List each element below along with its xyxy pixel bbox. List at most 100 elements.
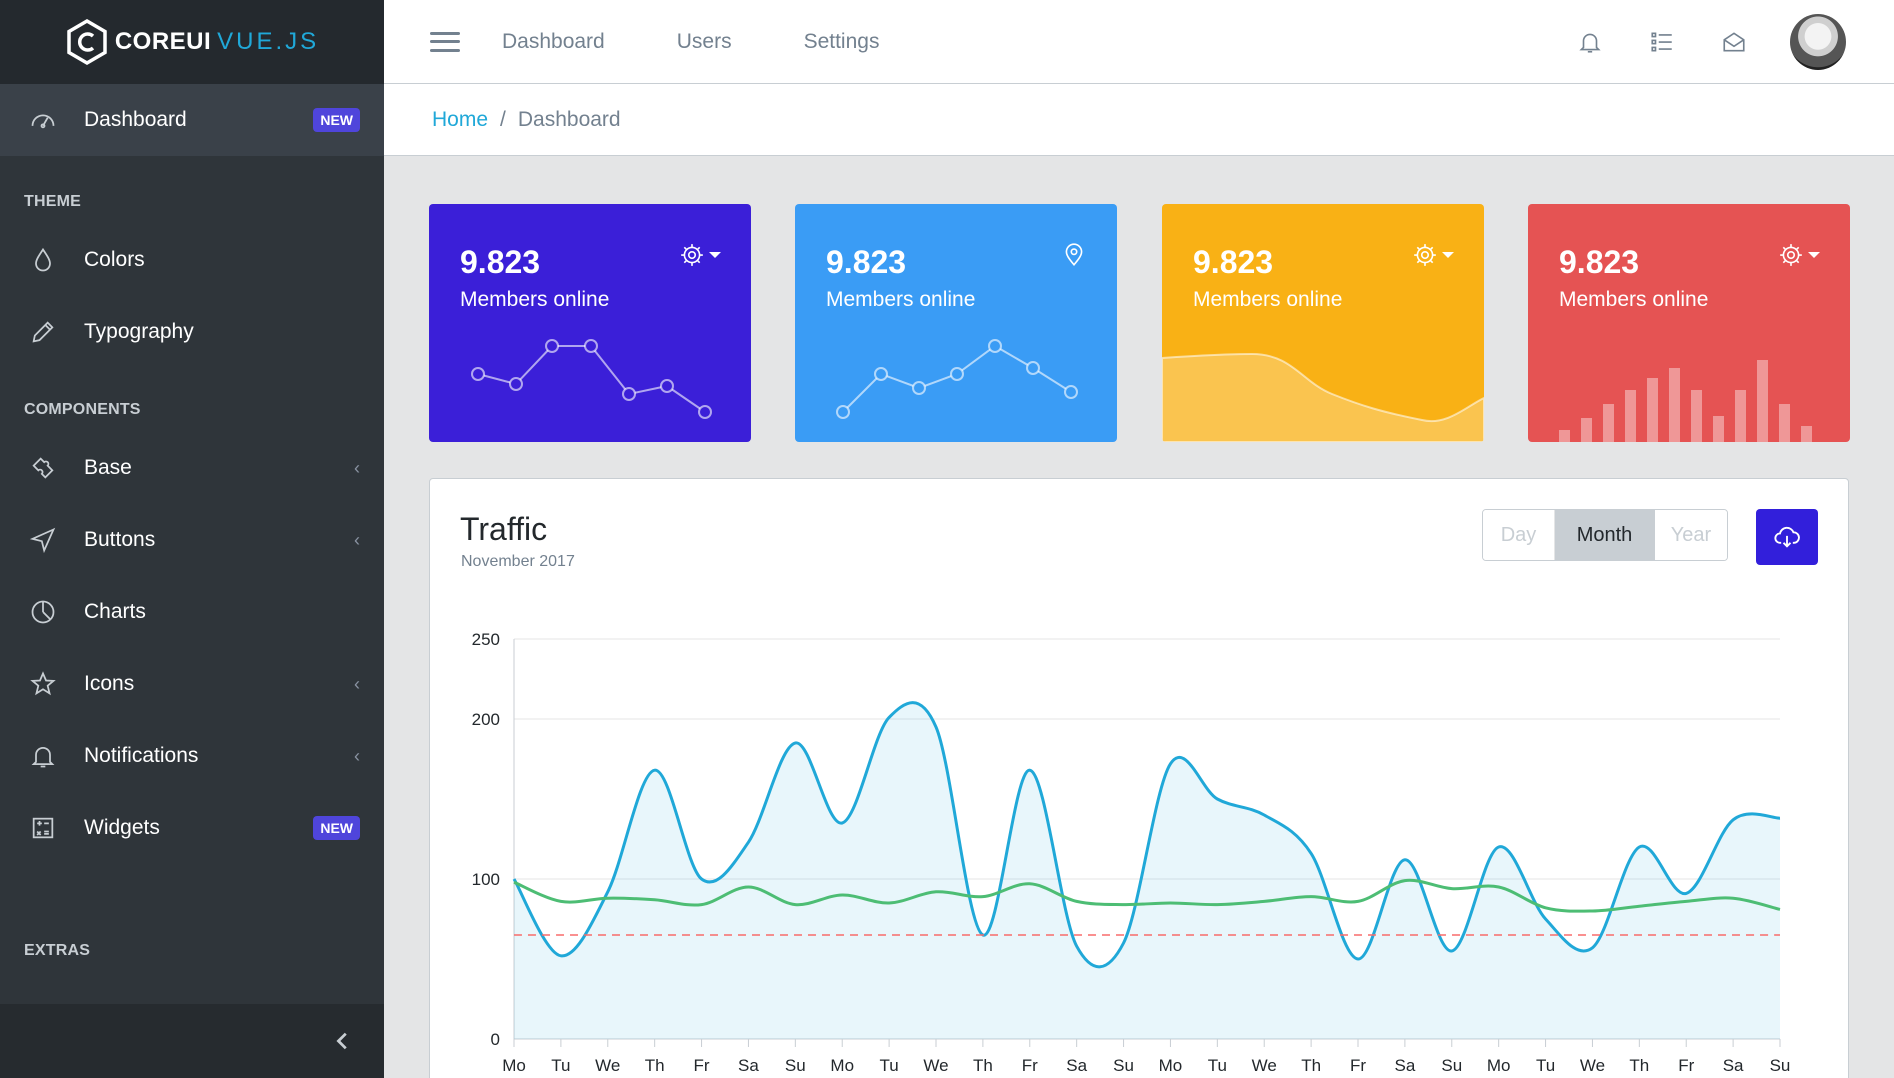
stat-card-3: 9.823 Members online: [1162, 204, 1484, 442]
sidebar-item-colors[interactable]: Colors: [0, 224, 384, 296]
cloud-download-icon: [1774, 526, 1800, 548]
coreui-logo-icon: [67, 18, 107, 66]
card-location-button[interactable]: [1061, 242, 1087, 268]
sidebar-item-label: Icons: [84, 672, 135, 695]
card-value: 9.823: [1559, 244, 1640, 280]
hamburger-menu-icon[interactable]: [430, 29, 460, 55]
card-settings-dropdown[interactable]: [1412, 242, 1454, 268]
x-tick-label: Fr: [1678, 1056, 1694, 1075]
x-tick-label: Th: [1629, 1056, 1649, 1075]
nav-title-components: COMPONENTS: [24, 401, 141, 418]
card-sparkline-line: [836, 339, 1078, 419]
top-nav-dashboard[interactable]: Dashboard: [502, 30, 605, 54]
series-area-1: [514, 702, 1780, 1039]
sidebar-item-buttons[interactable]: Buttons ‹: [0, 504, 384, 576]
y-tick-label: 0: [491, 1030, 500, 1049]
x-tick-label: Sa: [1394, 1056, 1415, 1075]
traffic-subtitle: November 2017: [461, 553, 575, 570]
new-badge: NEW: [313, 816, 360, 840]
x-tick-label: Tu: [1536, 1056, 1555, 1075]
user-avatar[interactable]: [1790, 14, 1846, 70]
x-tick-label: Th: [645, 1056, 665, 1075]
card-settings-dropdown[interactable]: [679, 242, 721, 268]
sidebar-item-label: Widgets: [84, 816, 160, 839]
sidebar-item-label: Buttons: [84, 528, 156, 551]
card-label: Members online: [460, 288, 610, 311]
card-sparkline-line: [471, 339, 712, 419]
card-value: 9.823: [826, 244, 907, 280]
speedometer-icon: [28, 105, 58, 135]
x-tick-label: Tu: [1208, 1056, 1227, 1075]
traffic-title: Traffic: [460, 511, 548, 547]
stat-card-2: 9.823 Members online: [795, 204, 1117, 442]
sidebar-item-base[interactable]: Base ‹: [0, 432, 384, 504]
x-tick-label: Th: [1301, 1056, 1321, 1075]
download-button[interactable]: [1756, 509, 1818, 565]
x-tick-label: Mo: [1159, 1056, 1183, 1075]
list-icon[interactable]: [1646, 26, 1678, 58]
star-icon: [28, 669, 58, 699]
card-sparkline-bars: [1559, 360, 1812, 442]
stat-card-4: 9.823 Members online: [1528, 204, 1850, 442]
sidebar-item-charts[interactable]: Charts: [0, 576, 384, 648]
location-pin-icon: [1065, 243, 1083, 267]
envelope-open-icon[interactable]: [1718, 26, 1750, 58]
sidebar-item-label: Typography: [84, 320, 194, 343]
sidebar-item-icons[interactable]: Icons ‹: [0, 648, 384, 720]
x-tick-label: Fr: [694, 1056, 710, 1075]
card-label: Members online: [1559, 288, 1709, 311]
card-value: 9.823: [1193, 244, 1274, 280]
puzzle-icon: [28, 453, 58, 483]
y-tick-label: 200: [472, 710, 500, 729]
caret-down-icon: [709, 252, 721, 258]
sidebar-item-notifications[interactable]: Notifications ‹: [0, 720, 384, 792]
nav-title-theme: THEME: [24, 193, 81, 210]
breadcrumb-separator: /: [500, 107, 506, 131]
top-header: Dashboard Users Settings: [384, 0, 1894, 84]
y-tick-label: 100: [472, 870, 500, 889]
card-settings-dropdown[interactable]: [1778, 242, 1820, 268]
sidebar-item-widgets[interactable]: Widgets NEW: [0, 792, 384, 864]
header-actions: [1534, 14, 1846, 70]
brand-name-bold: COREUI: [114, 28, 212, 55]
x-tick-label: Tu: [551, 1056, 570, 1075]
top-nav: Dashboard Users Settings: [502, 30, 951, 54]
period-day-button[interactable]: Day: [1483, 510, 1555, 560]
gear-icon: [1780, 244, 1802, 266]
new-badge: NEW: [313, 108, 360, 132]
chevron-left-icon: ‹: [354, 745, 360, 766]
top-nav-settings[interactable]: Settings: [804, 30, 880, 54]
pencil-icon: [28, 317, 58, 347]
breadcrumb: Home / Dashboard: [384, 84, 1894, 156]
x-tick-label: We: [1252, 1056, 1277, 1075]
period-year-button[interactable]: Year: [1655, 510, 1727, 560]
caret-down-icon: [1442, 252, 1454, 258]
chevron-left-icon: ‹: [354, 673, 360, 694]
top-nav-users[interactable]: Users: [677, 30, 732, 54]
card-sparkline-area: [1162, 352, 1484, 442]
x-tick-label: Su: [1441, 1056, 1462, 1075]
breadcrumb-home[interactable]: Home: [432, 108, 488, 132]
cursor-icon: [28, 525, 58, 555]
x-tick-label: Fr: [1350, 1056, 1366, 1075]
calculator-icon: [28, 813, 58, 843]
brand-logo[interactable]: COREUI VUE.JS: [0, 0, 384, 84]
sidebar-item-label: Dashboard: [84, 108, 187, 131]
x-tick-label: Sa: [738, 1056, 759, 1075]
chevron-left-icon: ‹: [354, 457, 360, 478]
x-tick-label: Su: [1113, 1056, 1134, 1075]
sidebar-minimizer[interactable]: [0, 1004, 384, 1078]
sidebar: COREUI VUE.JS Dashboard NEW THEME Colors…: [0, 0, 384, 1078]
card-label: Members online: [826, 288, 976, 311]
sidebar-item-label: Colors: [84, 248, 145, 271]
sidebar-item-typography[interactable]: Typography: [0, 296, 384, 368]
x-tick-label: Su: [785, 1056, 806, 1075]
bell-icon: [28, 741, 58, 771]
card-value: 9.823: [460, 244, 541, 280]
period-month-button[interactable]: Month: [1555, 510, 1655, 560]
nav-title-extras: EXTRAS: [24, 942, 91, 959]
gear-icon: [1414, 244, 1436, 266]
sidebar-item-dashboard[interactable]: Dashboard NEW: [0, 84, 384, 156]
bell-icon[interactable]: [1574, 26, 1606, 58]
x-tick-label: Fr: [1022, 1056, 1038, 1075]
